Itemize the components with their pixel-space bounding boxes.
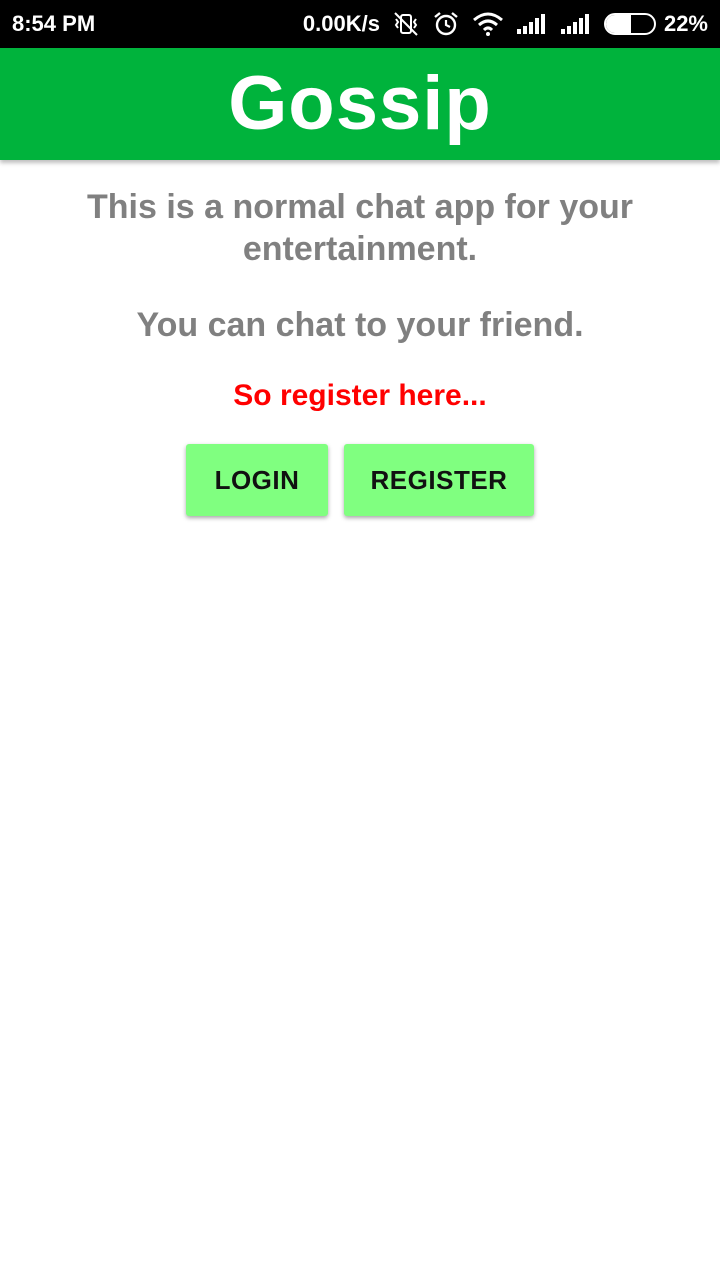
- signal-icon: [560, 13, 592, 35]
- battery-indicator: 22%: [603, 11, 708, 37]
- wifi-icon: [472, 11, 504, 37]
- vibrate-off-icon: [392, 11, 420, 37]
- status-icons: 0.00K/s 22%: [303, 10, 708, 38]
- status-time: 8:54 PM: [12, 11, 96, 36]
- register-prompt: So register here...: [233, 379, 487, 412]
- status-bar: 8:54 PM 0.00K/s 22%: [0, 0, 720, 48]
- battery-icon: [603, 13, 656, 35]
- intro-text: This is a normal chat app for your enter…: [87, 188, 633, 268]
- battery-fill: [605, 15, 631, 33]
- app-bar: Gossip: [0, 48, 720, 160]
- chat-text: You can chat to your friend.: [136, 306, 584, 344]
- main-content: This is a normal chat app for your enter…: [0, 160, 720, 516]
- battery-percent: 22%: [663, 11, 708, 36]
- register-button[interactable]: REGISTER: [344, 444, 534, 516]
- signal-icon: [516, 13, 548, 35]
- login-button[interactable]: LOGIN: [186, 444, 328, 516]
- alarm-icon: [432, 10, 460, 38]
- net-speed: 0.00K/s: [302, 11, 380, 36]
- button-row: LOGIN REGISTER: [0, 444, 720, 516]
- app-title: Gossip: [228, 61, 492, 146]
